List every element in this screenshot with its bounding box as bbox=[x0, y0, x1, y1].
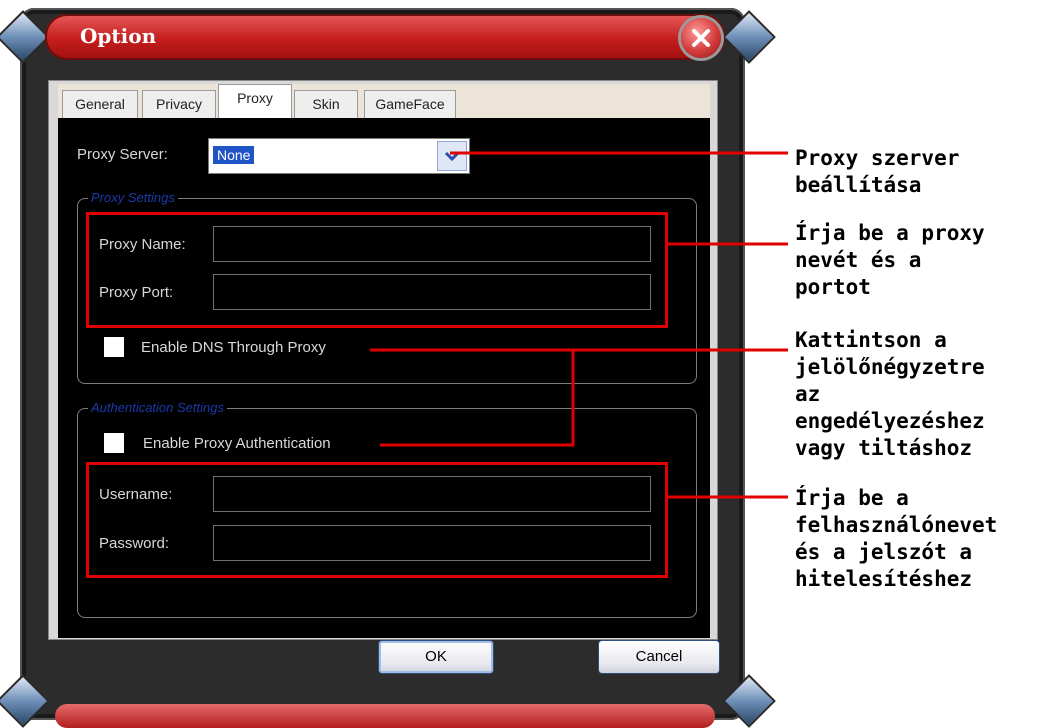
annotation-name-port: Írja be a proxy nevét és a portot bbox=[795, 221, 985, 299]
annotation-credentials: Írja be a felhasználónevet és a jelszót … bbox=[795, 486, 998, 591]
annotation-checkboxes: Kattintson a jelölőnégyzetre az engedély… bbox=[795, 328, 985, 460]
annotation-proxy-server: Proxy szerver beállítása bbox=[795, 146, 960, 197]
callout-line-auth-checkbox bbox=[380, 350, 575, 447]
